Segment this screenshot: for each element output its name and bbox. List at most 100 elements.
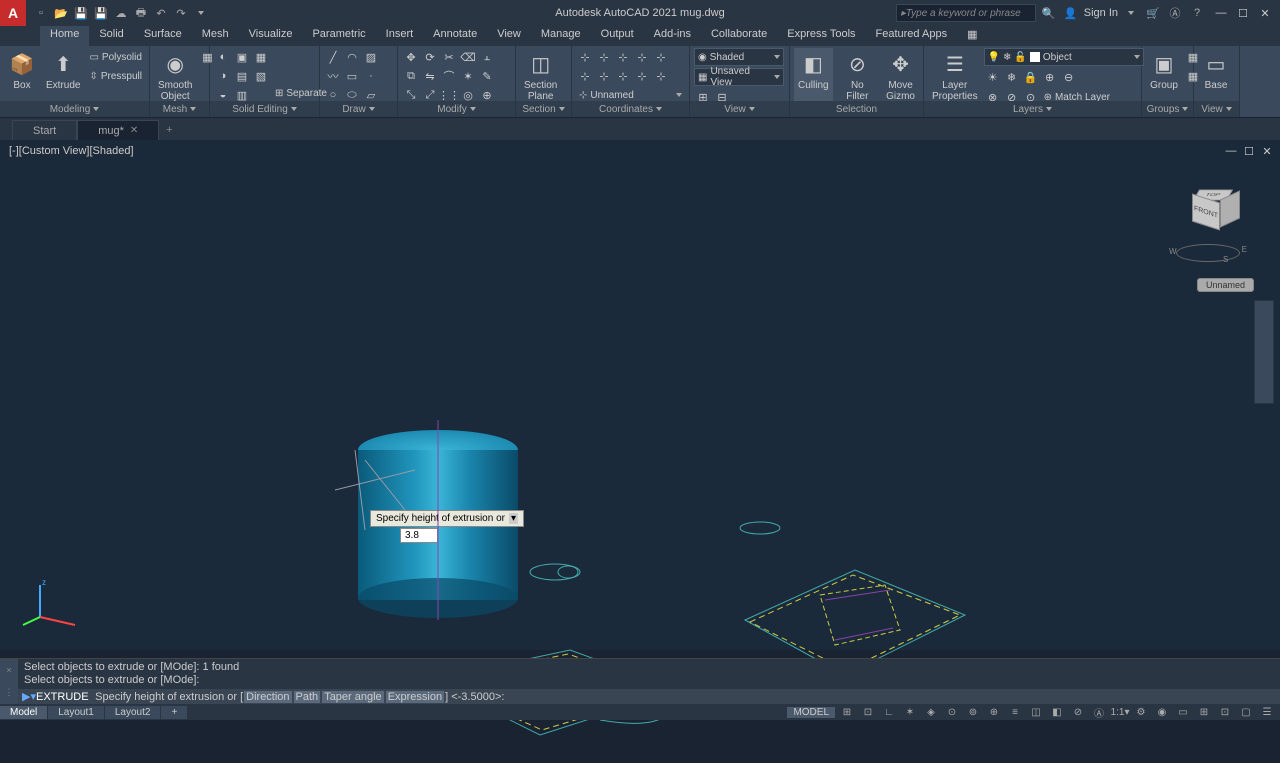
panel-label-modify[interactable]: Modify — [398, 101, 515, 117]
ucs2-icon[interactable]: ⊹ — [595, 48, 613, 66]
status-dyn-icon[interactable]: ⊕ — [985, 705, 1003, 719]
ucs10-icon[interactable]: ⊹ — [652, 67, 670, 85]
signin-link[interactable]: Sign In — [1084, 7, 1118, 19]
ucs3-icon[interactable]: ⊹ — [614, 48, 632, 66]
fillet-icon[interactable]: ⌒ — [440, 67, 458, 85]
tab-insert[interactable]: Insert — [376, 26, 424, 46]
subtract-icon[interactable]: ◑ — [214, 67, 232, 85]
nav-zoom-icon[interactable] — [1257, 343, 1271, 361]
layer2-icon[interactable]: ❄ — [1003, 68, 1021, 86]
panel-label-draw[interactable]: Draw — [320, 101, 397, 117]
layer4-icon[interactable]: ⊕ — [1041, 68, 1059, 86]
status-tr-icon[interactable]: ◫ — [1027, 705, 1045, 719]
move-icon[interactable]: ✥ — [402, 48, 420, 66]
layout-tab-1[interactable]: Layout1 — [48, 706, 105, 719]
panel-label-section[interactable]: Section — [516, 101, 571, 117]
close-button[interactable]: ✕ — [1254, 4, 1276, 22]
signin-dropdown-icon[interactable] — [1122, 4, 1140, 22]
hatch-icon[interactable]: ▨ — [362, 48, 380, 66]
layer3-icon[interactable]: 🔒 — [1022, 68, 1040, 86]
rect-icon[interactable]: ▭ — [343, 67, 361, 85]
tab-mesh[interactable]: Mesh — [192, 26, 239, 46]
panel-label-modeling[interactable]: Modeling — [0, 101, 149, 117]
status-gear-icon[interactable]: ⚙ — [1132, 705, 1150, 719]
vp-maximize-icon[interactable]: ☐ — [1242, 144, 1256, 158]
tab-collaborate[interactable]: Collaborate — [701, 26, 777, 46]
app-store-icon[interactable]: Ⓐ — [1166, 4, 1184, 22]
nav-pan-icon[interactable] — [1257, 323, 1271, 341]
status-am-icon[interactable]: ▭ — [1174, 705, 1192, 719]
union-icon[interactable]: ◐ — [214, 48, 232, 66]
maximize-button[interactable]: ☐ — [1232, 4, 1254, 22]
rotate-icon[interactable]: ⟳ — [421, 48, 439, 66]
view-unnamed-pill[interactable]: Unnamed — [1197, 278, 1254, 292]
dynamic-input-field[interactable]: 3.8 — [400, 528, 438, 543]
save-icon[interactable]: 💾 — [72, 4, 90, 22]
tab-parametric[interactable]: Parametric — [302, 26, 375, 46]
add-tab-button[interactable]: + — [159, 120, 179, 140]
presspull-button[interactable]: ⇳Presspull — [86, 67, 145, 85]
status-sc-icon[interactable]: ⊘ — [1069, 705, 1087, 719]
qat-more-icon[interactable] — [192, 4, 210, 22]
tab-home[interactable]: Home — [40, 26, 89, 46]
plot-icon[interactable]: 🖶 — [132, 4, 150, 22]
tab-addins[interactable]: Add-ins — [644, 26, 701, 46]
cart-icon[interactable]: 🛒 — [1144, 4, 1162, 22]
viewport[interactable]: [-][Custom View][Shaded] — ☐ ✕ TOP FRONT… — [0, 140, 1280, 650]
solidedit4-icon[interactable]: ▦ — [252, 48, 270, 66]
cmd-grip-icon[interactable]: ⋮ — [5, 687, 14, 698]
nav-orbit-icon[interactable] — [1257, 363, 1271, 381]
cmd-close-icon[interactable]: × — [6, 665, 11, 675]
minimize-button[interactable]: — — [1210, 4, 1232, 22]
layer1-icon[interactable]: ☀ — [984, 68, 1002, 86]
cmd-option-path[interactable]: Path — [294, 691, 321, 703]
help-search-input[interactable]: ▸ Type a keyword or phrase — [896, 4, 1036, 22]
viewcube-compass[interactable]: W E S — [1176, 244, 1240, 262]
panel-label-coordinates[interactable]: Coordinates — [572, 101, 689, 117]
polyline-icon[interactable]: 〰 — [324, 67, 342, 85]
command-line[interactable]: ▶ ▾ EXTRUDE Specify height of extrusion … — [18, 689, 1280, 704]
cmd-arrow-icon[interactable]: ▶ — [22, 690, 30, 703]
tab-featured[interactable]: Featured Apps — [866, 26, 958, 46]
ucs5-icon[interactable]: ⊹ — [652, 48, 670, 66]
status-scale-dropdown[interactable]: 1:1▾ — [1111, 705, 1129, 719]
file-tab-current[interactable]: mug*✕ — [77, 120, 159, 140]
tab-manage[interactable]: Manage — [531, 26, 591, 46]
help-icon[interactable]: ? — [1188, 4, 1206, 22]
file-tab-start[interactable]: Start — [12, 120, 77, 140]
status-lwt-icon[interactable]: ≡ — [1006, 705, 1024, 719]
viewcube[interactable]: TOP FRONT W E S — [1170, 180, 1250, 260]
arc-icon[interactable]: ◠ — [343, 48, 361, 66]
tab-view[interactable]: View — [487, 26, 531, 46]
vp-close-icon[interactable]: ✕ — [1260, 144, 1274, 158]
layer-dropdown[interactable]: 💡❄🔓Object — [984, 48, 1144, 66]
tab-annotate[interactable]: Annotate — [423, 26, 487, 46]
saved-view-dropdown[interactable]: ▦Unsaved View — [694, 68, 784, 86]
align-icon[interactable]: ⫠ — [478, 48, 496, 66]
status-snap-icon[interactable]: ⊡ — [859, 705, 877, 719]
ucs-icon[interactable]: ⊹ — [576, 48, 594, 66]
undo-icon[interactable]: ↶ — [152, 4, 170, 22]
new-icon[interactable]: ▫ — [32, 4, 50, 22]
panel-label-mesh[interactable]: Mesh — [150, 101, 209, 117]
app-logo[interactable]: A — [0, 0, 26, 26]
panel-label-groups[interactable]: Groups — [1142, 101, 1193, 117]
ucs6-icon[interactable]: ⊹ — [576, 67, 594, 85]
dynamic-input-dropdown-icon[interactable]: ▾ — [509, 513, 518, 524]
mirror-icon[interactable]: ⇋ — [421, 67, 439, 85]
status-osnap-icon[interactable]: ⊙ — [943, 705, 961, 719]
panel-label-solid-editing[interactable]: Solid Editing — [210, 101, 319, 117]
solidedit-icon[interactable]: ▣ — [233, 48, 251, 66]
cmd-option-taper[interactable]: Taper angle — [322, 691, 384, 703]
status-grid-icon[interactable]: ⊞ — [838, 705, 856, 719]
ucs9-icon[interactable]: ⊹ — [633, 67, 651, 85]
tab-surface[interactable]: Surface — [134, 26, 192, 46]
vp-minimize-icon[interactable]: — — [1224, 144, 1238, 158]
nav-showmotion-icon[interactable] — [1257, 383, 1271, 401]
tab-extra-icon[interactable]: ▦ — [957, 26, 987, 46]
explode-icon[interactable]: ✶ — [459, 67, 477, 85]
layout-tab-2[interactable]: Layout2 — [105, 706, 162, 719]
layout-tab-add[interactable]: + — [161, 706, 188, 719]
ucs-icon-viewport[interactable]: z — [20, 577, 80, 630]
nav-wheel-icon[interactable] — [1257, 303, 1271, 321]
